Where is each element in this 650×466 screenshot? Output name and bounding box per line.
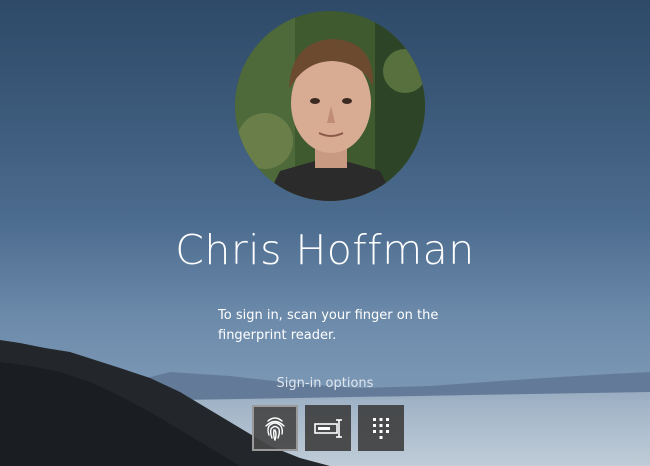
- pin-keypad-icon: [373, 418, 389, 439]
- user-name: Chris Hoffman: [175, 226, 475, 274]
- signin-options-label[interactable]: Sign-in options: [0, 375, 650, 393]
- pin-option-button[interactable]: [358, 405, 404, 451]
- signin-options-bar: [252, 405, 404, 452]
- password-option-button[interactable]: [305, 405, 351, 451]
- fingerprint-option-button[interactable]: [252, 405, 298, 451]
- user-avatar: [235, 11, 425, 201]
- fingerprint-icon: [265, 417, 285, 441]
- password-key-icon: [314, 419, 342, 438]
- signin-instruction: To sign in, scan your finger on the fing…: [218, 308, 439, 343]
- lock-screen: Chris Hoffman To sign in, scan your fing…: [0, 0, 650, 466]
- user-avatar-photo: [235, 11, 425, 201]
